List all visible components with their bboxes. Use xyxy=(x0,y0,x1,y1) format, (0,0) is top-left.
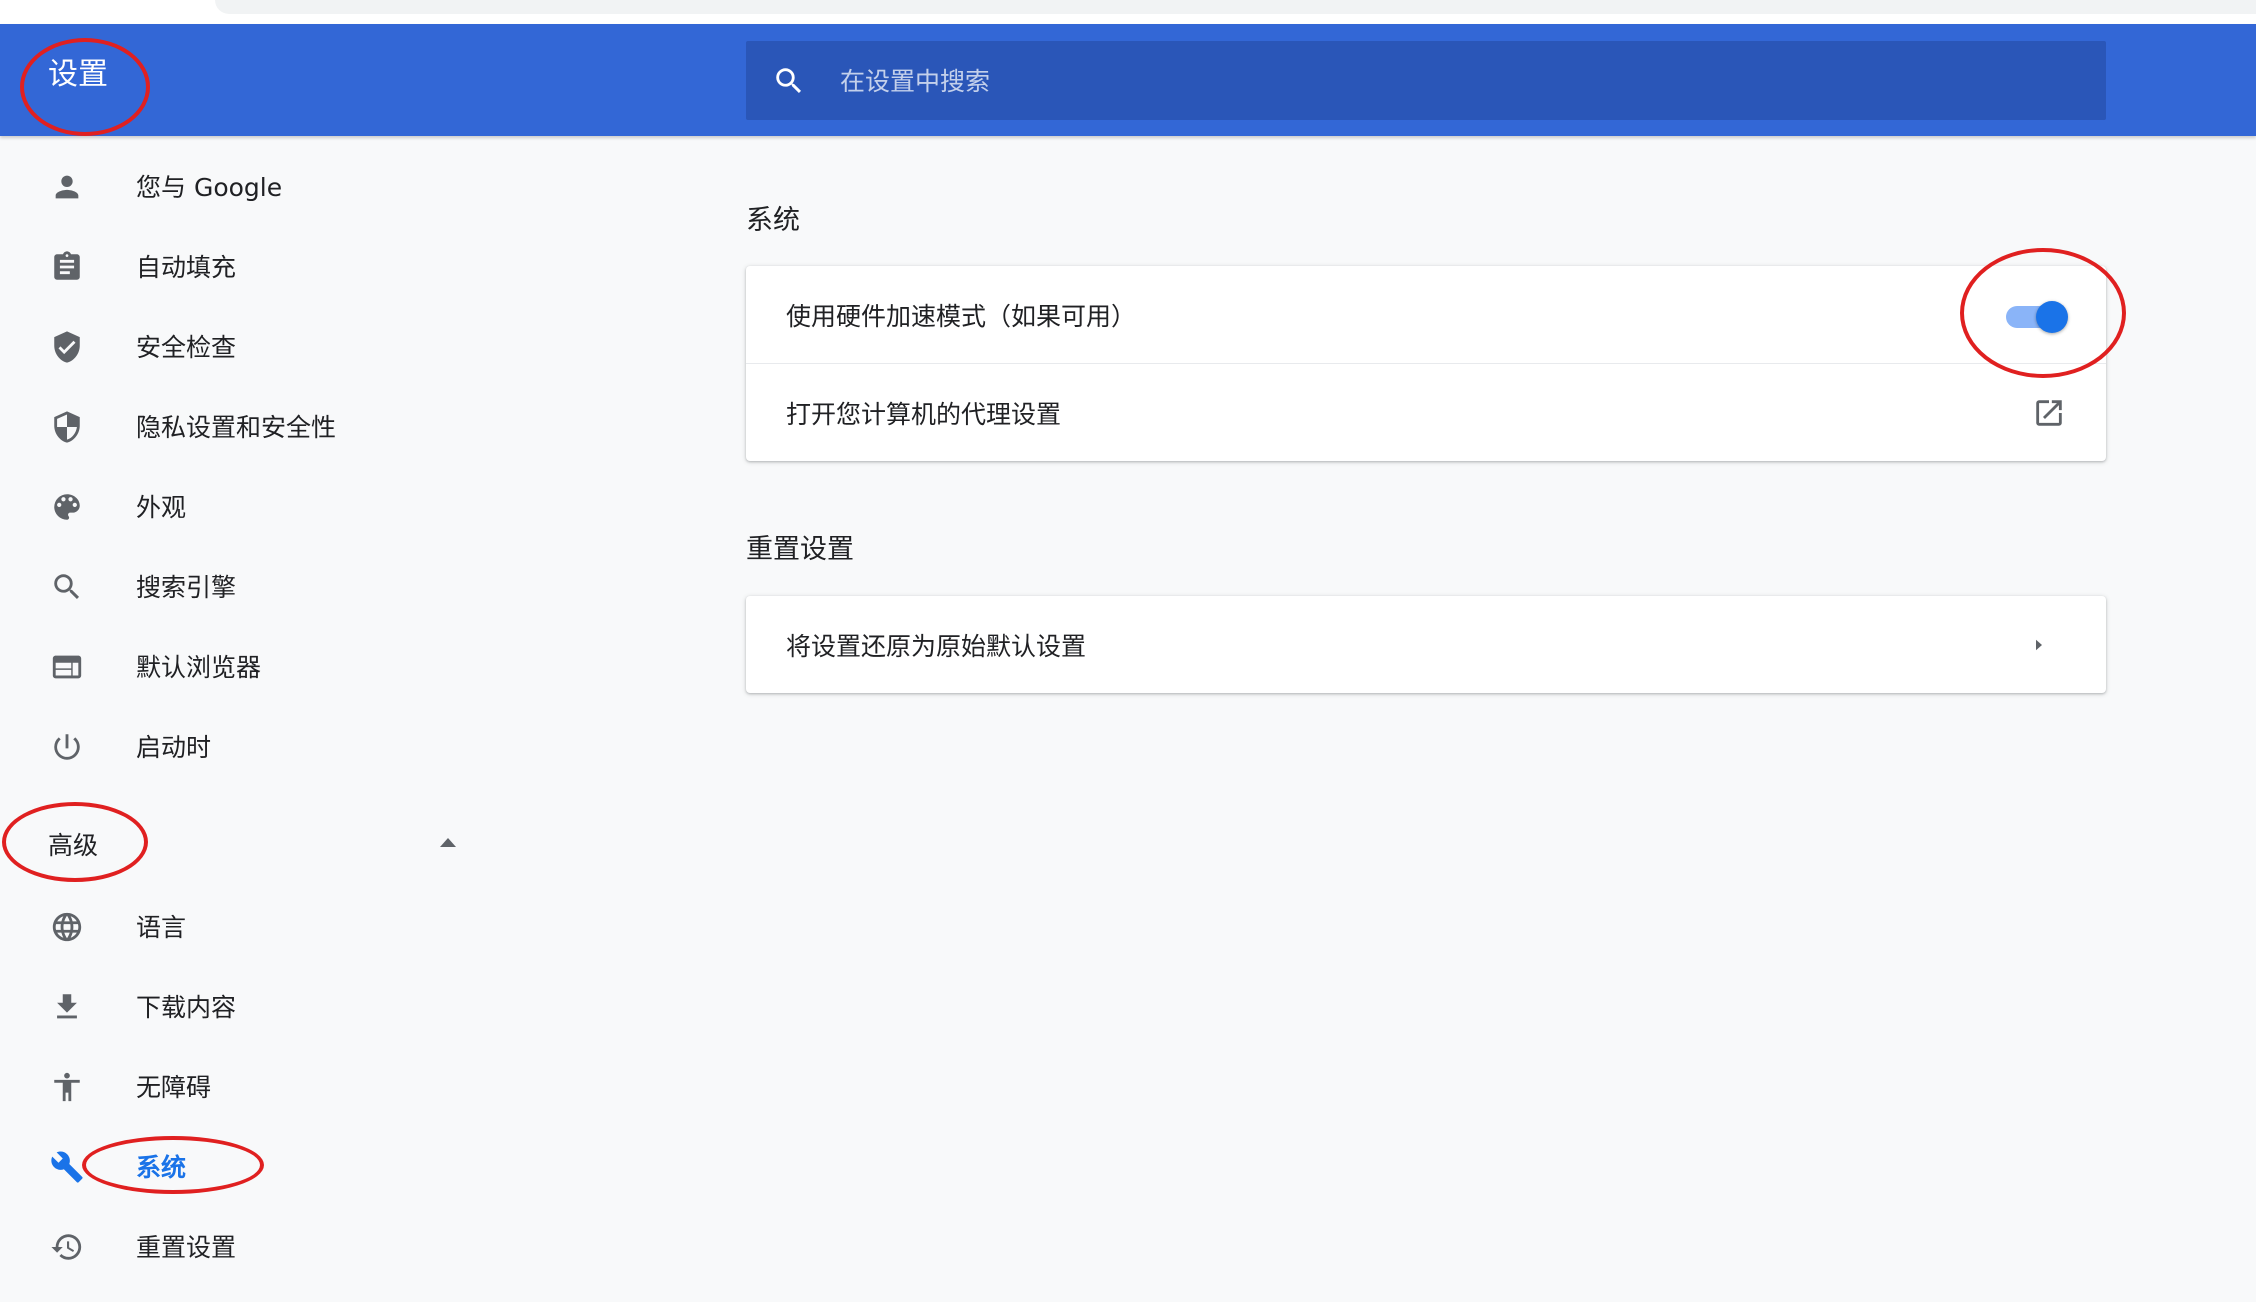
sidebar-item-label: 自动填充 xyxy=(136,253,237,282)
system-settings-card: 使用硬件加速模式（如果可用） 打开您计算机的代理设置 xyxy=(746,266,2106,461)
page-title: 设置 xyxy=(48,57,108,92)
sidebar-item-appearance[interactable]: 外观 xyxy=(0,470,470,542)
proxy-settings-row[interactable]: 打开您计算机的代理设置 xyxy=(746,363,2106,461)
sidebar-item-label: 无障碍 xyxy=(136,1073,212,1102)
sidebar-item-you-and-google[interactable]: 您与 Google xyxy=(0,150,470,222)
settings-header: 设置 xyxy=(0,24,2256,136)
advanced-label: 高级 xyxy=(48,831,99,860)
person-icon xyxy=(50,170,84,204)
address-bar-edge[interactable] xyxy=(215,0,2256,14)
palette-icon xyxy=(50,490,84,524)
collapse-arrow-icon xyxy=(440,838,456,847)
accessibility-icon xyxy=(50,1070,84,1104)
sidebar-item-on-startup[interactable]: 启动时 xyxy=(0,710,470,782)
toggle-knob xyxy=(2036,301,2068,333)
section-title-system: 系统 xyxy=(746,205,800,236)
shield-half-icon xyxy=(50,410,84,444)
hardware-acceleration-row[interactable]: 使用硬件加速模式（如果可用） xyxy=(746,266,2106,363)
search-icon xyxy=(50,570,84,604)
sidebar-item-label: 搜索引擎 xyxy=(136,573,237,602)
settings-page: 设置 您与 Google 自动填充 安全检查 xyxy=(0,0,2256,1302)
wrench-icon xyxy=(50,1150,84,1184)
sidebar-item-privacy[interactable]: 隐私设置和安全性 xyxy=(0,390,470,462)
sidebar-item-default-browser[interactable]: 默认浏览器 xyxy=(0,630,470,702)
reset-settings-card: 将设置还原为原始默认设置 xyxy=(746,596,2106,693)
sidebar-item-label: 重置设置 xyxy=(136,1233,237,1262)
browser-toolbar-strip xyxy=(0,0,2256,24)
browser-window-icon xyxy=(50,650,84,684)
sidebar-item-reset-settings[interactable]: 重置设置 xyxy=(0,1210,470,1282)
sidebar-item-label: 外观 xyxy=(136,493,187,522)
shield-check-icon xyxy=(50,330,84,364)
sidebar-item-languages[interactable]: 语言 xyxy=(0,890,470,962)
sidebar-advanced-toggle[interactable]: 高级 xyxy=(0,806,470,878)
sidebar-item-label: 您与 Google xyxy=(136,173,283,202)
external-link-icon[interactable] xyxy=(2032,396,2066,430)
sidebar-item-label: 下载内容 xyxy=(136,993,237,1022)
sidebar-item-label: 语言 xyxy=(136,913,187,942)
clipboard-icon xyxy=(50,250,84,284)
search-input[interactable] xyxy=(838,41,2082,122)
chevron-right-icon xyxy=(2036,639,2042,651)
sidebar-item-label: 启动时 xyxy=(136,733,212,762)
power-icon xyxy=(50,730,84,764)
sidebar-item-system[interactable]: 系统 xyxy=(0,1130,470,1202)
hardware-acceleration-toggle[interactable] xyxy=(2006,301,2068,333)
globe-icon xyxy=(50,910,84,944)
hardware-acceleration-label: 使用硬件加速模式（如果可用） xyxy=(786,301,1137,331)
sidebar-item-label: 安全检查 xyxy=(136,333,237,362)
sidebar-item-downloads[interactable]: 下载内容 xyxy=(0,970,470,1042)
download-icon xyxy=(50,990,84,1024)
section-title-reset: 重置设置 xyxy=(746,534,854,565)
sidebar-item-accessibility[interactable]: 无障碍 xyxy=(0,1050,470,1122)
sidebar-item-label: 系统 xyxy=(136,1153,187,1182)
sidebar-item-label: 隐私设置和安全性 xyxy=(136,413,337,442)
restore-defaults-row[interactable]: 将设置还原为原始默认设置 xyxy=(746,596,2106,693)
sidebar-item-label: 默认浏览器 xyxy=(136,653,262,682)
restore-icon xyxy=(50,1230,84,1264)
proxy-settings-label: 打开您计算机的代理设置 xyxy=(786,399,1062,429)
search-icon xyxy=(776,68,802,94)
sidebar-item-search-engine[interactable]: 搜索引擎 xyxy=(0,550,470,622)
sidebar-item-safety-check[interactable]: 安全检查 xyxy=(0,310,470,382)
restore-defaults-label: 将设置还原为原始默认设置 xyxy=(786,631,1087,661)
sidebar-item-autofill[interactable]: 自动填充 xyxy=(0,230,470,302)
search-box[interactable] xyxy=(746,41,2106,122)
